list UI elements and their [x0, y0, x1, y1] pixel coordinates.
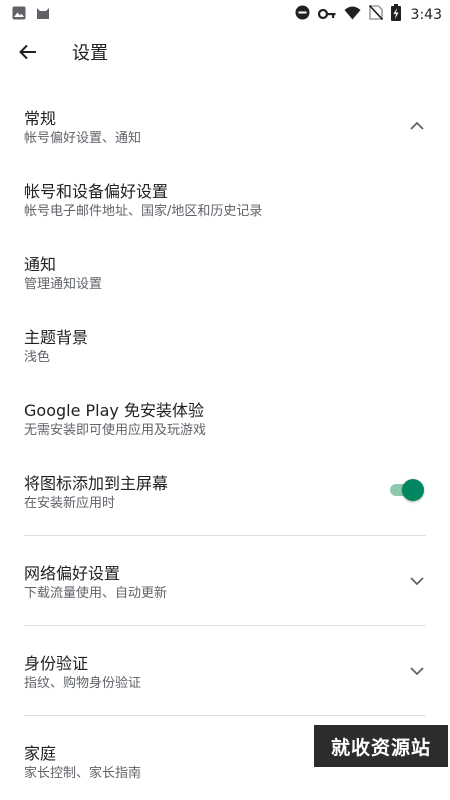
setting-notifications-title: 通知: [24, 255, 57, 274]
page-title: 设置: [72, 43, 108, 64]
section-authentication-subtitle: 指纹、购物身份验证: [24, 676, 142, 691]
back-button[interactable]: [14, 38, 42, 66]
chevron-up-icon: [410, 121, 424, 130]
section-authentication[interactable]: 身份验证 指纹、购物身份验证: [0, 650, 450, 698]
image-icon: [12, 5, 26, 24]
divider: [24, 535, 426, 536]
setting-theme-subtitle: 浅色: [24, 350, 51, 365]
setting-instant-apps-subtitle: 无需安装即可使用应用及玩游戏: [24, 423, 207, 438]
setting-add-icon-subtitle: 在安装新应用时: [24, 496, 116, 511]
no-sim-icon: [368, 4, 383, 24]
add-icon-toggle[interactable]: [390, 479, 424, 501]
section-network-subtitle: 下载流量使用、自动更新: [24, 586, 168, 601]
chevron-down-icon: [410, 667, 424, 676]
setting-account-device[interactable]: 帐号和设备偏好设置 帐号电子邮件地址、国家/地区和历史记录: [0, 178, 450, 226]
setting-account-device-title: 帐号和设备偏好设置: [24, 182, 169, 201]
section-general[interactable]: 常规 帐号偏好设置、通知: [0, 105, 450, 153]
section-network[interactable]: 网络偏好设置 下载流量使用、自动更新: [0, 560, 450, 608]
setting-add-icon-title: 将图标添加到主屏幕: [24, 474, 169, 493]
section-authentication-title: 身份验证: [24, 654, 89, 673]
section-general-subtitle: 帐号偏好设置、通知: [24, 131, 142, 146]
status-bar: 3:43: [0, 0, 450, 24]
chevron-down-icon: [410, 577, 424, 586]
wifi-icon: [344, 5, 361, 24]
cat-icon: [36, 5, 50, 24]
toggle-thumb: [402, 479, 424, 501]
section-network-title: 网络偏好设置: [24, 564, 121, 583]
arrow-back-icon: [19, 44, 36, 60]
setting-add-icon[interactable]: 将图标添加到主屏幕 在安装新应用时: [0, 470, 450, 518]
battery-charging-icon: [390, 4, 401, 25]
setting-notifications-subtitle: 管理通知设置: [24, 277, 103, 292]
watermark: 就收资源站: [314, 725, 448, 767]
setting-theme[interactable]: 主题背景 浅色: [0, 324, 450, 372]
setting-instant-apps[interactable]: Google Play 免安装体验 无需安装即可使用应用及玩游戏: [0, 397, 450, 445]
section-family-title: 家庭: [24, 744, 57, 763]
do-not-disturb-icon: [295, 5, 310, 24]
divider: [24, 715, 426, 716]
section-family-subtitle: 家长控制、家长指南: [24, 766, 142, 781]
key-icon: [317, 5, 336, 24]
setting-theme-title: 主题背景: [24, 328, 89, 347]
divider: [24, 625, 426, 626]
section-general-title: 常规: [24, 109, 57, 128]
setting-notifications[interactable]: 通知 管理通知设置: [0, 251, 450, 299]
app-bar: 设置: [0, 24, 450, 80]
setting-account-device-subtitle: 帐号电子邮件地址、国家/地区和历史记录: [24, 204, 263, 219]
status-time: 3:43: [410, 6, 442, 23]
setting-instant-apps-title: Google Play 免安装体验: [24, 401, 204, 420]
